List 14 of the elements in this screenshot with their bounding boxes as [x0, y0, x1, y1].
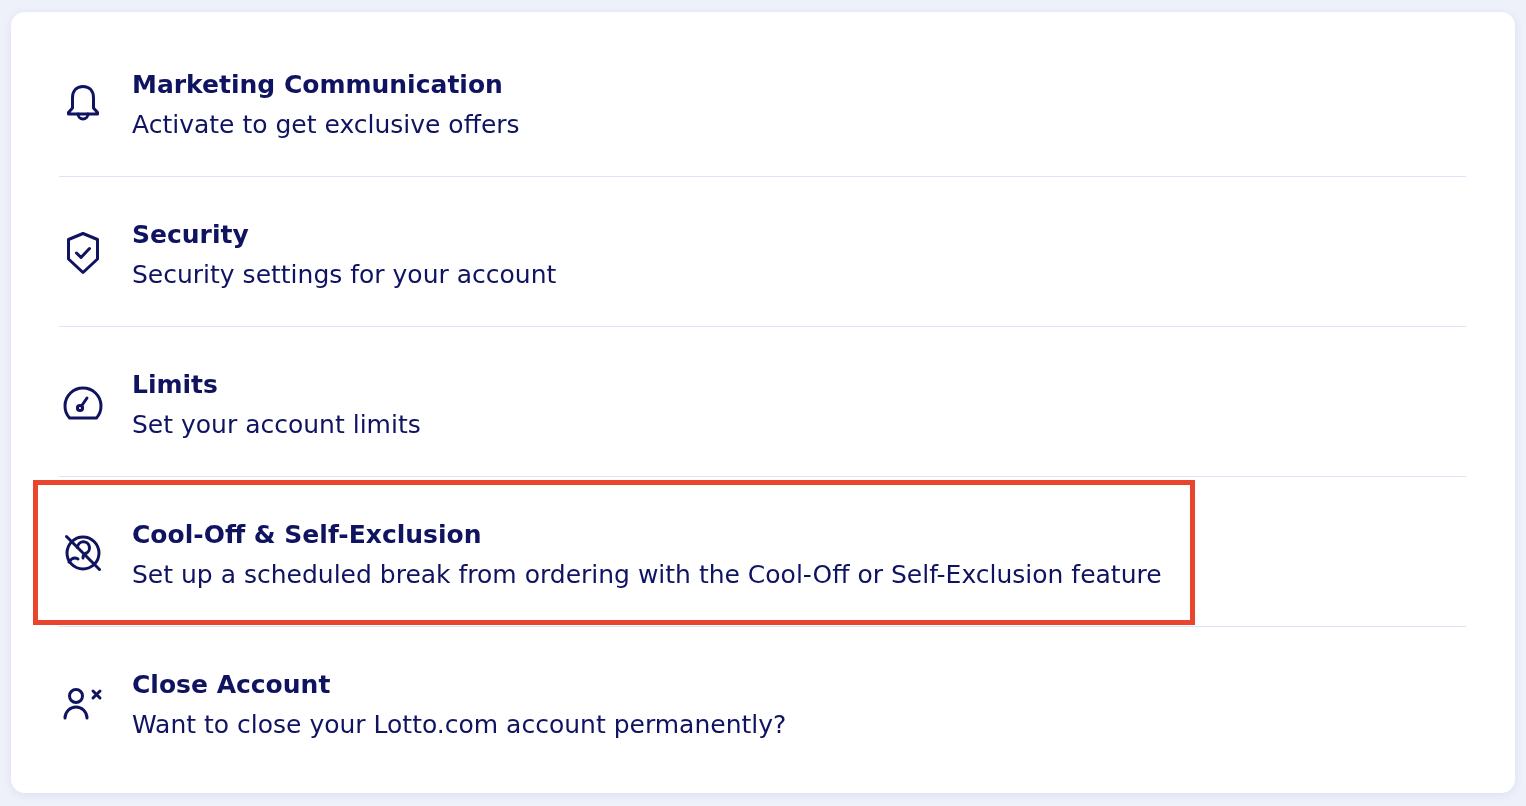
- item-description: Set up a scheduled break from ordering with the Cool-Off or Self-Exclusion feature: [132, 558, 1162, 591]
- bell-icon: [65, 82, 101, 123]
- item-title[interactable]: Cool-Off & Self-Exclusion: [132, 514, 482, 555]
- item-title[interactable]: Close Account: [132, 664, 331, 705]
- item-title[interactable]: Security: [132, 214, 249, 255]
- item-description: Activate to get exclusive offers: [132, 108, 520, 141]
- item-title[interactable]: Marketing Communication: [132, 64, 503, 105]
- shield-check-icon: [65, 230, 101, 275]
- gauge-icon: [63, 384, 103, 421]
- person-remove-icon: [62, 685, 104, 720]
- item-description: Set your account limits: [132, 408, 421, 441]
- item-title[interactable]: Limits: [132, 364, 218, 405]
- item-description: Security settings for your account: [132, 258, 557, 291]
- item-description: Want to close your Lotto.com account permanently?: [132, 708, 787, 741]
